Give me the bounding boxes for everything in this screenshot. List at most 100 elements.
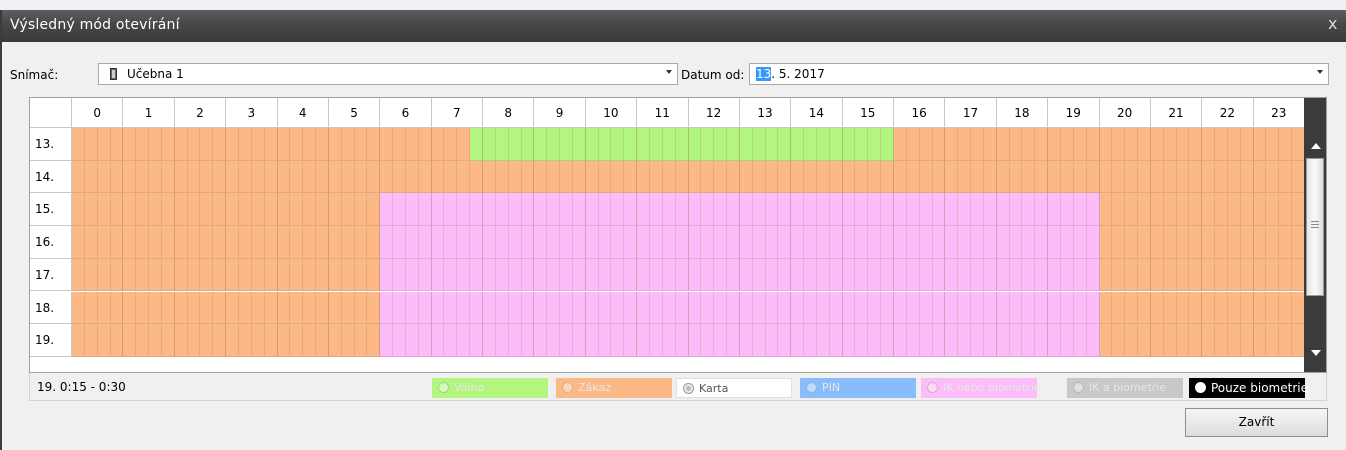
schedule-cell[interactable] [1176,128,1190,161]
schedule-cell[interactable] [367,291,381,325]
schedule-cell[interactable] [367,324,381,357]
schedule-cell[interactable] [1215,160,1228,194]
schedule-cell[interactable] [894,291,907,325]
schedule-cell[interactable] [1253,128,1267,161]
schedule-cell[interactable] [161,258,175,292]
schedule-cell[interactable] [765,258,779,292]
schedule-cell[interactable] [341,258,355,292]
schedule-cell[interactable] [637,193,650,227]
schedule-cell[interactable] [72,128,85,161]
schedule-cell[interactable] [816,226,830,259]
schedule-cell[interactable] [110,226,124,259]
schedule-cell[interactable] [778,160,792,194]
schedule-cell[interactable] [894,128,907,161]
schedule-cell[interactable] [971,160,984,194]
schedule-cell[interactable] [213,128,227,161]
schedule-cell[interactable] [932,160,946,194]
schedule-cell[interactable] [277,324,291,357]
schedule-cell[interactable] [1099,160,1113,194]
schedule-cell[interactable] [675,258,689,292]
schedule-cell[interactable] [637,160,650,194]
schedule-cell[interactable] [688,324,702,357]
schedule-cell[interactable] [380,226,394,259]
schedule-cell[interactable] [508,226,522,259]
schedule-cell[interactable] [727,226,740,259]
schedule-cell[interactable] [1048,324,1061,357]
schedule-cell[interactable] [932,291,946,325]
schedule-cell[interactable] [264,128,278,161]
schedule-cell[interactable] [444,226,458,259]
schedule-cell[interactable] [1022,193,1036,227]
schedule-cell[interactable] [470,193,483,227]
schedule-cell[interactable] [457,226,471,259]
schedule-cell[interactable] [149,258,162,292]
schedule-cell[interactable] [855,226,869,259]
schedule-cell[interactable] [1227,128,1241,161]
schedule-cell[interactable] [637,291,650,325]
schedule-cell[interactable] [547,258,561,292]
schedule-cell[interactable] [971,226,984,259]
schedule-cell[interactable] [1073,193,1087,227]
schedule-cell[interactable] [842,324,856,357]
schedule-cell[interactable] [560,128,573,161]
schedule-cell[interactable] [778,226,792,259]
schedule-cell[interactable] [701,226,715,259]
schedule-cell[interactable] [958,291,972,325]
schedule-cell[interactable] [238,193,252,227]
schedule-cell[interactable] [996,128,1010,161]
schedule-cell[interactable] [187,226,201,259]
schedule-cell[interactable] [341,291,355,325]
schedule-cell[interactable] [1086,324,1100,357]
schedule-cell[interactable] [174,291,188,325]
schedule-cell[interactable] [470,258,483,292]
schedule-cell[interactable] [226,291,239,325]
schedule-cell[interactable] [251,226,265,259]
schedule-cell[interactable] [637,128,650,161]
schedule-cell[interactable] [881,226,894,259]
schedule-cell[interactable] [226,193,239,227]
schedule-cell[interactable] [213,160,227,194]
schedule-cell[interactable] [906,226,920,259]
schedule-cell[interactable] [842,193,856,227]
schedule-cell[interactable] [919,226,933,259]
schedule-cell[interactable] [804,128,817,161]
schedule-cell[interactable] [1202,128,1216,161]
schedule-cell[interactable] [1215,324,1228,357]
schedule-cell[interactable] [123,291,137,325]
schedule-cell[interactable] [290,160,304,194]
scroll-thumb[interactable] [1306,158,1324,296]
schedule-cell[interactable] [881,193,894,227]
schedule-cell[interactable] [675,128,689,161]
schedule-cell[interactable] [341,128,355,161]
schedule-cell[interactable] [778,324,792,357]
schedule-cell[interactable] [1125,193,1139,227]
schedule-cell[interactable] [1253,291,1267,325]
schedule-cell[interactable] [945,193,959,227]
schedule-cell[interactable] [611,324,625,357]
schedule-cell[interactable] [996,324,1010,357]
schedule-cell[interactable] [624,258,638,292]
schedule-cell[interactable] [855,193,869,227]
schedule-cell[interactable] [727,128,740,161]
schedule-cell[interactable] [72,193,85,227]
schedule-cell[interactable] [328,258,342,292]
schedule-cell[interactable] [213,258,227,292]
schedule-cell[interactable] [405,226,419,259]
schedule-cell[interactable] [1086,258,1100,292]
schedule-cell[interactable] [906,160,920,194]
schedule-cell[interactable] [251,258,265,292]
schedule-cell[interactable] [316,291,329,325]
schedule-cell[interactable] [84,160,98,194]
schedule-cell[interactable] [238,291,252,325]
schedule-cell[interactable] [1279,258,1293,292]
schedule-cell[interactable] [727,291,740,325]
schedule-cell[interactable] [97,291,111,325]
schedule-cell[interactable] [765,193,779,227]
schedule-cell[interactable] [1112,324,1126,357]
schedule-cell[interactable] [649,128,663,161]
schedule-cell[interactable] [739,226,753,259]
schedule-cell[interactable] [855,160,869,194]
schedule-cell[interactable] [868,160,882,194]
schedule-cell[interactable] [1150,160,1164,194]
schedule-cell[interactable] [161,324,175,357]
